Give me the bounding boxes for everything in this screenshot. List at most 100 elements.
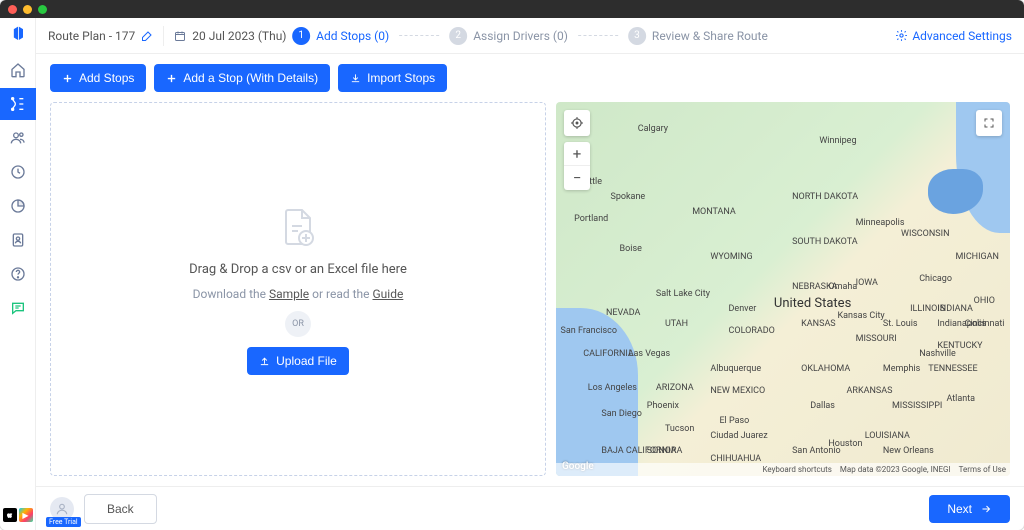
map-city-label: MISSISSIPPI xyxy=(892,401,942,411)
guide-link[interactable]: Guide xyxy=(372,287,403,301)
sidebar-item-drivers[interactable] xyxy=(0,122,36,154)
map-city-label: Kansas City xyxy=(837,311,884,321)
map-fullscreen-button[interactable] xyxy=(976,110,1002,136)
map-data-label: Map data ©2023 Google, INEGI xyxy=(840,465,951,474)
close-window-icon[interactable] xyxy=(8,5,17,14)
map-city-label: Chicago xyxy=(919,274,952,284)
map-city-label: San Diego xyxy=(601,409,642,419)
map-city-label: SONORA xyxy=(647,446,683,456)
map-city-label: ARKANSAS xyxy=(847,386,893,396)
map-terms-link[interactable]: Terms of Use xyxy=(959,465,1006,474)
sidebar-item-addressbook[interactable] xyxy=(0,224,36,256)
back-button[interactable]: Back xyxy=(84,494,157,524)
map-city-label: Memphis xyxy=(883,364,920,374)
sidebar-item-analytics[interactable] xyxy=(0,190,36,222)
map-city-label: New Orleans xyxy=(883,446,934,456)
step-add-stops[interactable]: 1 Add Stops (0) xyxy=(292,27,389,45)
drop-zone[interactable]: Drag & Drop a csv or an Excel file here … xyxy=(50,102,546,476)
map-city-label: IOWA xyxy=(856,278,878,288)
map-city-label: Portland xyxy=(574,214,608,224)
wizard-stepper: 1 Add Stops (0) 2 Assign Drivers (0) 3 R… xyxy=(292,27,768,45)
app-logo xyxy=(7,24,29,46)
user-avatar[interactable]: Free Trial xyxy=(50,497,74,521)
locate-icon xyxy=(570,116,584,130)
upload-icon xyxy=(259,355,270,366)
map-shortcuts-link[interactable]: Keyboard shortcuts xyxy=(762,465,831,474)
map-city-label: CALIFORNIA xyxy=(583,349,634,359)
app-store-icon[interactable] xyxy=(3,508,17,522)
route-name-label: Route Plan - 177 xyxy=(48,29,135,43)
map-city-label: MISSOURI xyxy=(856,334,897,344)
sidebar-item-home[interactable] xyxy=(0,54,36,86)
drop-subtitle: Download the Sample or read the Guide xyxy=(193,287,404,301)
map-city-label: Boise xyxy=(620,244,642,254)
user-icon xyxy=(55,502,69,516)
map-city-label: Dallas xyxy=(810,401,835,411)
map-city-label: OKLAHOMA xyxy=(801,364,850,374)
map-city-label: TENNESSEE xyxy=(928,364,977,374)
map-city-label: SOUTH DAKOTA xyxy=(792,237,858,247)
add-stop-details-button[interactable]: Add a Stop (With Details) xyxy=(154,64,330,92)
map-city-label: Omaha xyxy=(828,282,857,292)
map-city-label: Las Vegas xyxy=(629,349,671,359)
step-review-share[interactable]: 3 Review & Share Route xyxy=(628,27,768,45)
map-attribution: Keyboard shortcuts Map data ©2023 Google… xyxy=(556,463,1010,476)
advanced-settings-link[interactable]: Advanced Settings xyxy=(895,29,1012,43)
map-zoom-control: + − xyxy=(564,142,590,190)
sidebar-item-schedule[interactable] xyxy=(0,156,36,188)
maximize-window-icon[interactable] xyxy=(38,5,47,14)
map-city-label: Denver xyxy=(729,304,757,314)
step-assign-drivers[interactable]: 2 Assign Drivers (0) xyxy=(449,27,568,45)
sidebar-item-chat[interactable] xyxy=(0,292,36,324)
action-toolbar: Add Stops Add a Stop (With Details) Impo… xyxy=(50,64,1010,92)
map-city-label: Winnipeg xyxy=(819,136,856,146)
map-city-label: El Paso xyxy=(719,416,749,426)
map-city-label: Cincinnati xyxy=(965,319,1005,329)
map-city-label: St. Louis xyxy=(883,319,918,329)
map-city-label: Ciudad Juarez xyxy=(710,431,767,441)
map-country-label: United States xyxy=(774,296,851,311)
plus-icon xyxy=(62,73,73,84)
sidebar-item-routes[interactable] xyxy=(0,88,36,120)
map[interactable]: United States CalgaryWinnipegSeattleSpok… xyxy=(556,102,1010,476)
map-city-label: Los Angeles xyxy=(588,383,637,393)
divider xyxy=(163,26,164,46)
play-store-icon[interactable]: ▶ xyxy=(19,508,33,522)
map-city-label: NORTH DAKOTA xyxy=(792,192,858,202)
add-stops-button[interactable]: Add Stops xyxy=(50,64,146,92)
map-city-label: NEVADA xyxy=(606,308,641,318)
step-separator xyxy=(578,35,618,36)
map-locate-button[interactable] xyxy=(564,110,590,136)
map-city-label: Phoenix xyxy=(647,401,679,411)
map-city-label: MONTANA xyxy=(692,207,736,217)
arrow-right-icon xyxy=(980,503,992,515)
edit-route-name-icon[interactable] xyxy=(141,30,153,42)
map-zoom-in-button[interactable]: + xyxy=(564,142,590,166)
trial-badge: Free Trial xyxy=(46,517,81,527)
map-city-label: KANSAS xyxy=(801,319,836,329)
sample-link[interactable]: Sample xyxy=(269,287,309,301)
upload-file-button[interactable]: Upload File xyxy=(247,347,349,375)
map-city-label: Houston xyxy=(828,439,862,449)
import-icon xyxy=(350,73,361,84)
date-label: 20 Jul 2023 (Thu) xyxy=(192,29,286,43)
map-city-label: Atlanta xyxy=(946,394,975,404)
plus-icon xyxy=(166,73,177,84)
map-zoom-out-button[interactable]: − xyxy=(564,166,590,190)
map-city-label: KENTUCKY xyxy=(937,341,982,351)
minimize-window-icon[interactable] xyxy=(23,5,32,14)
map-city-label: Albuquerque xyxy=(710,364,761,374)
calendar-icon xyxy=(174,30,186,42)
file-upload-icon xyxy=(274,204,322,252)
topbar: Route Plan - 177 20 Jul 2023 (Thu) 1 Add… xyxy=(36,18,1024,54)
sidebar-item-help[interactable] xyxy=(0,258,36,290)
date-picker[interactable]: 20 Jul 2023 (Thu) xyxy=(174,29,302,43)
map-city-label: Calgary xyxy=(638,124,668,134)
import-stops-button[interactable]: Import Stops xyxy=(338,64,447,92)
fullscreen-icon xyxy=(983,117,995,129)
next-button[interactable]: Next xyxy=(929,495,1010,523)
map-city-label: LOUISIANA xyxy=(865,431,910,441)
map-city-label: Tucson xyxy=(665,424,694,434)
map-city-label: UTAH xyxy=(665,319,688,329)
sidebar: ▶ xyxy=(0,18,36,530)
